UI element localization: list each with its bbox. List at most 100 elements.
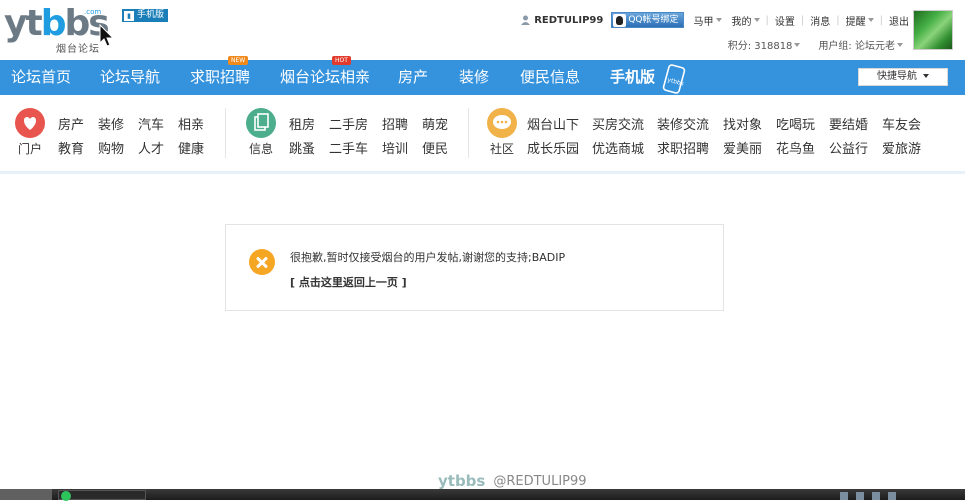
portal-link[interactable]: 装修	[98, 114, 124, 133]
community-link[interactable]: 车友会	[882, 114, 921, 133]
divider	[225, 108, 226, 158]
community-link[interactable]: 要结婚	[829, 114, 868, 133]
info-link[interactable]: 跳蚤	[289, 138, 315, 157]
chevron-down-icon	[715, 18, 722, 22]
category-panel: 门户 房产 装修 汽车 相亲 教育 购物 人才 健康 信息 租房 二手房 招聘 …	[0, 96, 965, 174]
portal-link[interactable]: 汽车	[138, 114, 164, 133]
mobile-version-button[interactable]: ▮ 手机版	[122, 9, 169, 22]
logo-text: yt	[4, 3, 43, 44]
hot-badge: HOT	[332, 56, 351, 65]
nav-jobs[interactable]: 求职招聘 NEW	[190, 56, 250, 95]
nav-convenience[interactable]: 便民信息	[520, 60, 580, 95]
community-link[interactable]: 爱美丽	[723, 138, 762, 157]
info-link[interactable]: 二手房	[329, 114, 368, 133]
info-link[interactable]: 租房	[289, 114, 315, 133]
category-info-label: 信息	[248, 142, 273, 156]
qq-bind-button[interactable]: QQ帐号绑定	[611, 12, 684, 28]
username-link[interactable]: REDTULIP99	[534, 15, 603, 26]
nav-real-estate[interactable]: 房产	[398, 60, 428, 95]
portal-link[interactable]: 购物	[98, 138, 124, 157]
menu-my-label: 我的	[731, 16, 752, 28]
start-button[interactable]	[0, 489, 52, 500]
menu-alt-account-label: 马甲	[693, 16, 714, 28]
community-link[interactable]: 找对象	[723, 114, 762, 133]
menu-messages[interactable]: 消息	[810, 13, 830, 28]
quick-nav-label: 快捷导航	[877, 71, 917, 82]
community-link[interactable]: 烟台山下	[527, 114, 579, 133]
new-badge: NEW	[228, 56, 249, 65]
divider: |	[765, 14, 769, 26]
site-logo[interactable]: ytbbs .com 烟台论坛	[4, 3, 110, 56]
menu-alt-account[interactable]: 马甲	[694, 13, 722, 28]
tray-icon[interactable]	[840, 492, 848, 500]
divider	[468, 108, 469, 158]
tray-icon[interactable]	[872, 492, 880, 500]
mobile-version-label: 手机版	[137, 10, 165, 20]
portal-link[interactable]: 教育	[58, 138, 84, 157]
main-nav: 论坛首页 论坛导航 求职招聘 NEW 烟台论坛相亲 HOT 房产 装修 便民信息 手…	[0, 56, 965, 95]
logo-text-accent: b	[40, 3, 67, 44]
tray-icon[interactable]	[856, 492, 864, 500]
community-link[interactable]: 买房交流	[592, 114, 644, 133]
qq-bind-label: QQ帐号绑定	[628, 15, 679, 25]
watermark-logo: ytbbs	[438, 472, 486, 490]
chevron-down-icon	[923, 74, 929, 78]
community-link[interactable]: 花鸟鱼	[776, 138, 815, 157]
portal-link[interactable]: 相亲	[178, 114, 204, 133]
portal-link[interactable]: 房产	[58, 114, 84, 133]
menu-settings[interactable]: 设置	[775, 13, 795, 28]
error-message-box: 很抱歉,暂时仅接受烟台的用户发帖,谢谢您的支持;BADIP [ 点击这里返回上一…	[225, 224, 724, 311]
nav-decoration[interactable]: 装修	[459, 60, 489, 95]
category-community[interactable]: 社区	[485, 108, 519, 157]
taskbar-app[interactable]	[58, 490, 146, 501]
documents-icon	[246, 108, 276, 138]
divider: |	[879, 14, 883, 26]
nav-forum-guide[interactable]: 论坛导航	[100, 60, 160, 95]
chat-bubble-icon	[487, 108, 517, 138]
error-message-text: 很抱歉,暂时仅接受烟台的用户发帖,谢谢您的支持;BADIP	[290, 251, 566, 264]
community-link[interactable]: 公益行	[829, 138, 868, 157]
menu-logout[interactable]: 退出	[889, 13, 909, 28]
quick-nav-dropdown[interactable]: 快捷导航	[858, 68, 948, 86]
portal-link[interactable]: 健康	[178, 138, 204, 157]
category-info[interactable]: 信息	[244, 108, 278, 157]
points-link[interactable]: 积分: 318818	[728, 37, 793, 52]
watermark: ytbbs @REDTULIP99	[438, 472, 587, 490]
error-x-icon	[249, 249, 275, 275]
category-portal-label: 门户	[17, 142, 42, 156]
logo-domain: .com	[84, 8, 102, 16]
menu-my[interactable]: 我的	[732, 13, 760, 28]
system-tray	[840, 492, 960, 500]
info-link[interactable]: 培训	[382, 138, 408, 157]
nav-mobile[interactable]: 手机版	[610, 60, 655, 95]
user-icon	[521, 15, 531, 25]
top-header: ytbbs .com 烟台论坛 ▮ 手机版 REDTULIP99 QQ帐号绑定 …	[0, 0, 965, 60]
community-link[interactable]: 优选商城	[592, 138, 644, 157]
community-link[interactable]: 爱旅游	[882, 138, 921, 157]
community-link[interactable]: 装修交流	[657, 114, 709, 133]
user-stats: 积分: 318818 用户组: 论坛元老	[728, 37, 903, 52]
chevron-down-icon	[897, 42, 903, 47]
chevron-down-icon	[794, 42, 801, 47]
info-link[interactable]: 萌宠	[422, 114, 448, 133]
mouse-cursor-icon	[99, 24, 115, 47]
nav-dating-label: 烟台论坛相亲	[280, 68, 371, 86]
info-link[interactable]: 二手车	[329, 138, 368, 157]
back-link[interactable]: [ 点击这里返回上一页 ]	[290, 274, 407, 290]
mobile-icon: ▮	[124, 10, 134, 21]
info-link[interactable]: 便民	[422, 138, 448, 157]
nav-home[interactable]: 论坛首页	[11, 60, 71, 95]
menu-reminders[interactable]: 提醒	[846, 13, 874, 28]
user-group-link[interactable]: 用户组: 论坛元老	[818, 37, 895, 52]
category-portal[interactable]: 门户	[13, 108, 47, 157]
heart-icon	[15, 108, 45, 138]
community-link[interactable]: 求职招聘	[657, 138, 709, 157]
nav-dating[interactable]: 烟台论坛相亲 HOT	[280, 56, 371, 95]
watermark-handle: @REDTULIP99	[493, 473, 587, 489]
community-link[interactable]: 成长乐园	[527, 138, 579, 157]
tray-icon[interactable]	[888, 492, 896, 500]
community-link[interactable]: 吃喝玩	[776, 114, 815, 133]
avatar[interactable]	[913, 10, 953, 50]
info-link[interactable]: 招聘	[382, 114, 408, 133]
portal-link[interactable]: 人才	[138, 138, 164, 157]
